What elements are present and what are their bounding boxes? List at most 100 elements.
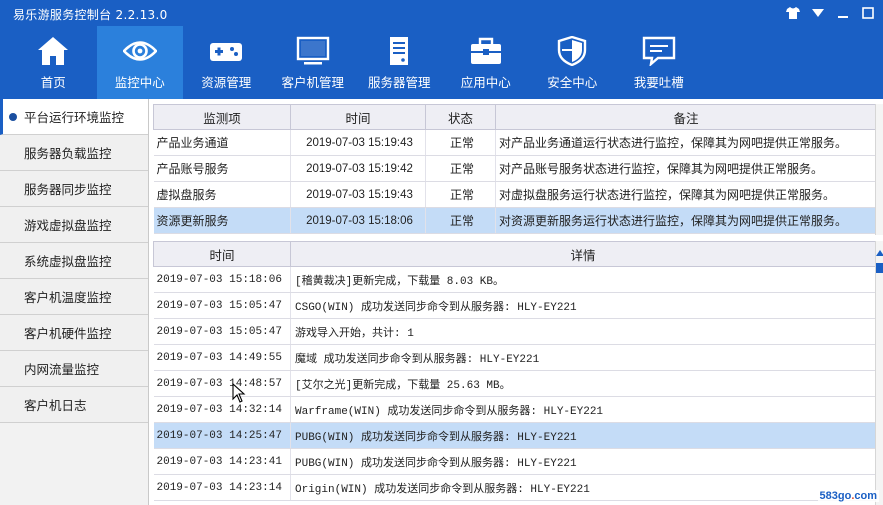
cell-status: 正常 <box>425 207 496 234</box>
shield-icon <box>558 36 587 66</box>
column-header[interactable]: 时间 <box>153 241 291 267</box>
nav-resource-management[interactable]: 资源管理 <box>183 26 270 99</box>
log-row[interactable]: 2019-07-03 14:48:57 [艾尔之光]更新完成，下载量 25.63… <box>153 370 876 397</box>
column-header[interactable]: 时间 <box>290 104 426 130</box>
sidebar-item-platform-env[interactable]: 平台运行环境监控 <box>0 99 148 135</box>
nav-home[interactable]: 首页 <box>10 26 97 99</box>
sidebar-item-client-hardware[interactable]: 客户机硬件监控 <box>0 315 148 351</box>
column-header[interactable]: 备注 <box>495 104 877 130</box>
table-row[interactable]: 产品业务通道 2019-07-03 15:19:43 正常 对产品业务通道运行状… <box>153 129 877 156</box>
home-icon <box>38 37 69 65</box>
sidebar-item-label: 系统虚拟盘监控 <box>24 254 112 269</box>
cell-time: 2019-07-03 14:25:47 <box>153 422 291 449</box>
nav-label: 资源管理 <box>201 75 252 90</box>
nav-client-management[interactable]: 客户机管理 <box>270 26 357 99</box>
table-row[interactable]: 产品账号服务 2019-07-03 15:19:42 正常 对产品账号服务状态进… <box>153 155 877 182</box>
sidebar-item-client-temp[interactable]: 客户机温度监控 <box>0 279 148 315</box>
nav-server-management[interactable]: 服务器管理 <box>356 26 443 99</box>
cell-time: 2019-07-03 14:32:14 <box>153 396 291 423</box>
gamepad-icon <box>210 43 243 61</box>
feedback-icon <box>642 36 675 66</box>
cell-detail: PUBG(WIN) 成功发送同步命令到从服务器: HLY-EY221 <box>290 422 876 449</box>
table-row[interactable]: 虚拟盘服务 2019-07-03 15:19:43 正常 对虚拟盘服务运行状态进… <box>153 181 877 208</box>
cell-note: 对产品账号服务状态进行监控，保障其为网吧提供正常服务。 <box>495 155 877 182</box>
cell-time: 2019-07-03 15:18:06 <box>153 266 291 293</box>
title-bar: 易乐游服务控制台 2.2.13.0 首页 监控中心 资源管理 客户机管理 服务器… <box>0 0 883 99</box>
nav-feedback[interactable]: 我要吐槽 <box>616 26 703 99</box>
monitor-table-scrollbar[interactable] <box>875 104 883 235</box>
cell-status: 正常 <box>425 129 496 156</box>
cell-detail: [艾尔之光]更新完成，下载量 25.63 MB。 <box>290 370 876 397</box>
sidebar-item-label: 客户机日志 <box>24 398 87 413</box>
log-row[interactable]: 2019-07-03 14:49:55 魔域 成功发送同步命令到从服务器: HL… <box>153 344 876 371</box>
cell-time: 2019-07-03 15:18:06 <box>290 207 426 234</box>
nav-app-center[interactable]: 应用中心 <box>443 26 530 99</box>
cell-detail: 魔域 成功发送同步命令到从服务器: HLY-EY221 <box>290 344 876 371</box>
cell-detail: CSGO(WIN) 成功发送同步命令到从服务器: HLY-EY221 <box>290 292 876 319</box>
nav-label: 安全中心 <box>547 75 598 90</box>
nav-label: 我要吐槽 <box>633 75 684 90</box>
sidebar-item-label: 内网流量监控 <box>24 362 100 377</box>
log-row[interactable]: 2019-07-03 14:23:41 PUBG(WIN) 成功发送同步命令到从… <box>153 448 876 475</box>
column-header[interactable]: 详情 <box>290 241 876 267</box>
skin-icon[interactable] <box>785 5 800 21</box>
cell-time: 2019-07-03 15:05:47 <box>153 318 291 345</box>
main-nav: 首页 监控中心 资源管理 客户机管理 服务器管理 应用中心 安全中心 我要吐槽 <box>10 26 702 99</box>
table-row-selected[interactable]: 资源更新服务 2019-07-03 15:18:06 正常 对资源更新服务运行状… <box>153 207 877 234</box>
watermark-logo: 583go.com <box>817 490 879 502</box>
log-row[interactable]: 2019-07-03 15:05:47 游戏导入开始，共计: 1 <box>153 318 876 345</box>
log-table: 时间 详情 2019-07-03 15:18:06 [稽黄裁决]更新完成，下载量… <box>153 241 876 501</box>
watermark-main: 583go <box>819 490 852 502</box>
cell-note: 对资源更新服务运行状态进行监控，保障其为网吧提供正常服务。 <box>495 207 877 234</box>
log-row[interactable]: 2019-07-03 15:05:47 CSGO(WIN) 成功发送同步命令到从… <box>153 292 876 319</box>
cell-detail: [稽黄裁决]更新完成，下载量 8.03 KB。 <box>290 266 876 293</box>
log-row[interactable]: 2019-07-03 15:18:06 [稽黄裁决]更新完成，下载量 8.03 … <box>153 266 876 293</box>
app-title: 易乐游服务控制台 2.2.13.0 <box>13 8 168 22</box>
sidebar-item-label: 客户机硬件监控 <box>24 326 112 341</box>
sidebar-item-label: 服务器负载监控 <box>24 146 112 161</box>
cell-item: 虚拟盘服务 <box>153 181 291 208</box>
sidebar-item-client-log[interactable]: 客户机日志 <box>0 387 148 423</box>
column-header[interactable]: 监测项 <box>153 104 291 130</box>
sidebar-item-server-sync[interactable]: 服务器同步监控 <box>0 171 148 207</box>
menu-dropdown-icon[interactable] <box>810 5 825 21</box>
cell-status: 正常 <box>425 155 496 182</box>
toolbox-icon <box>470 37 501 64</box>
sidebar-item-server-load[interactable]: 服务器负载监控 <box>0 135 148 171</box>
scroll-up-arrow-icon[interactable] <box>876 249 883 256</box>
cell-detail: PUBG(WIN) 成功发送同步命令到从服务器: HLY-EY221 <box>290 448 876 475</box>
monitor-icon <box>296 36 329 65</box>
watermark-tld: com <box>854 490 877 502</box>
log-row[interactable]: 2019-07-03 14:23:14 Origin(WIN) 成功发送同步命令… <box>153 474 876 501</box>
cell-detail: Origin(WIN) 成功发送同步命令到从服务器: HLY-EY221 <box>290 474 876 501</box>
window-controls <box>785 5 875 21</box>
cell-status: 正常 <box>425 181 496 208</box>
nav-label: 监控中心 <box>114 75 165 90</box>
cell-note: 对产品业务通道运行状态进行监控，保障其为网吧提供正常服务。 <box>495 129 877 156</box>
sidebar-item-system-vdisk[interactable]: 系统虚拟盘监控 <box>0 243 148 279</box>
log-row-selected[interactable]: 2019-07-03 14:25:47 PUBG(WIN) 成功发送同步命令到从… <box>153 422 876 449</box>
nav-label: 首页 <box>40 75 66 90</box>
sidebar-item-lan-traffic[interactable]: 内网流量监控 <box>0 351 148 387</box>
cell-time: 2019-07-03 15:19:43 <box>290 181 426 208</box>
minimize-icon[interactable] <box>835 5 850 21</box>
log-row[interactable]: 2019-07-03 14:32:14 Warframe(WIN) 成功发送同步… <box>153 396 876 423</box>
scroll-thumb[interactable] <box>876 263 883 273</box>
log-table-scrollbar[interactable] <box>875 241 883 505</box>
cell-note: 对虚拟盘服务运行状态进行监控，保障其为网吧提供正常服务。 <box>495 181 877 208</box>
monitor-table: 监测项 时间 状态 备注 产品业务通道 2019-07-03 15:19:43 … <box>153 104 877 234</box>
column-header[interactable]: 状态 <box>425 104 496 130</box>
eye-icon <box>122 41 157 61</box>
cell-detail: 游戏导入开始，共计: 1 <box>290 318 876 345</box>
active-bullet-icon <box>9 113 17 121</box>
nav-security-center[interactable]: 安全中心 <box>529 26 616 99</box>
cell-time: 2019-07-03 14:48:57 <box>153 370 291 397</box>
cell-time: 2019-07-03 14:23:41 <box>153 448 291 475</box>
cell-item: 资源更新服务 <box>153 207 291 234</box>
cell-time: 2019-07-03 14:23:14 <box>153 474 291 501</box>
server-icon <box>390 37 409 65</box>
sidebar: 平台运行环境监控 服务器负载监控 服务器同步监控 游戏虚拟盘监控 系统虚拟盘监控… <box>0 99 149 505</box>
sidebar-item-game-vdisk[interactable]: 游戏虚拟盘监控 <box>0 207 148 243</box>
maximize-icon[interactable] <box>860 5 875 21</box>
nav-monitor-center[interactable]: 监控中心 <box>96 26 183 99</box>
